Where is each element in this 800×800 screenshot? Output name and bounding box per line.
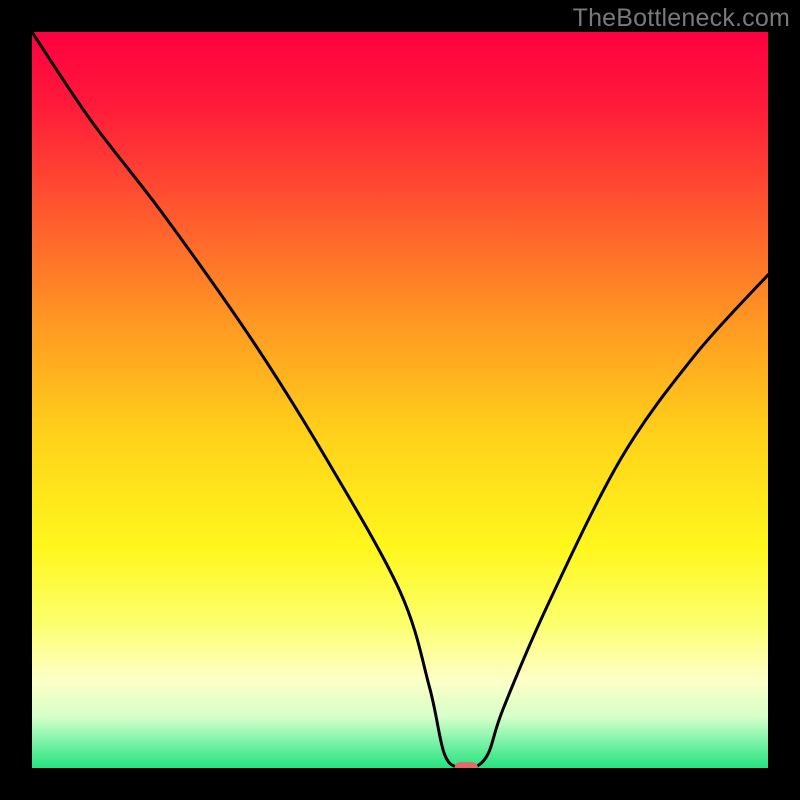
optimal-marker [454, 762, 478, 768]
plot-svg [32, 32, 768, 768]
watermark-text: TheBottleneck.com [573, 4, 790, 33]
chart-frame: TheBottleneck.com [0, 0, 800, 800]
bottleneck-plot [32, 32, 768, 768]
plot-background [32, 32, 768, 768]
